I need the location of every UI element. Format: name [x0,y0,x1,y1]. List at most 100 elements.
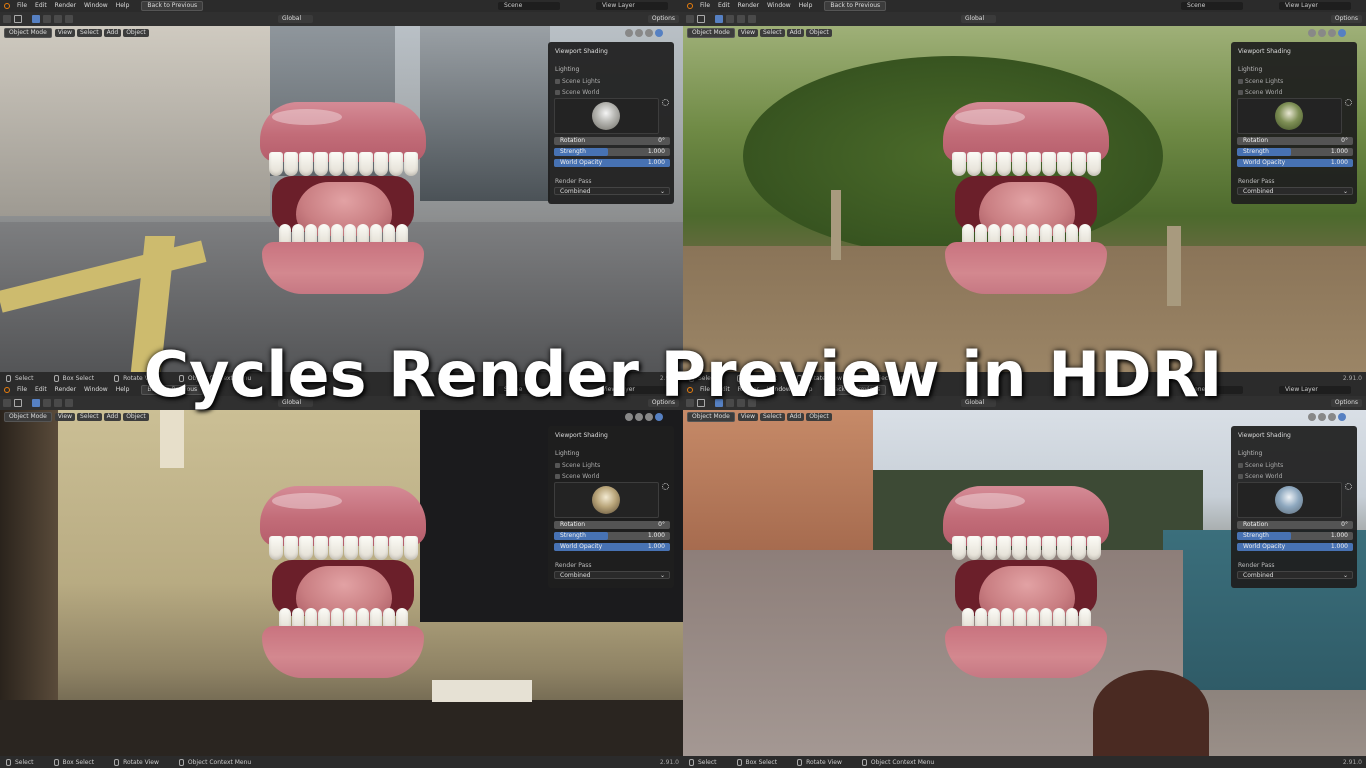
world-opacity-slider[interactable]: World Opacity 1.000 [1237,159,1353,167]
back-to-previous-button[interactable]: Back to Previous [824,1,887,11]
select-menu[interactable]: Select [77,413,102,421]
select-subtract-icon[interactable] [54,15,62,23]
view-layer-selector[interactable]: View Layer [596,2,668,10]
world-opacity-slider[interactable]: World Opacity 1.000 [554,159,670,167]
menu-render[interactable]: Render [734,0,763,12]
scene-lights-checkbox[interactable]: Scene Lights [1238,78,1283,85]
rendered-shading-icon[interactable] [1338,413,1346,421]
menu-file[interactable]: File [696,0,714,12]
scene-lights-checkbox[interactable]: Scene Lights [555,78,600,85]
gear-icon[interactable] [1345,483,1352,490]
rendered-shading-icon[interactable] [1338,29,1346,37]
scene-lights-checkbox[interactable]: Scene Lights [555,462,600,469]
object-mode-select[interactable]: Object Mode [687,28,735,38]
view-menu[interactable]: View [54,29,76,37]
render-pass-select[interactable]: Combined ⌄ [554,187,670,195]
select-box-icon[interactable] [715,15,723,23]
editor-type-icon[interactable] [3,15,11,23]
wireframe-shading-icon[interactable] [1308,29,1316,37]
view-menu[interactable]: View [737,413,759,421]
select-menu[interactable]: Select [760,29,785,37]
select-menu[interactable]: Select [77,29,102,37]
solid-shading-icon[interactable] [1318,29,1326,37]
menu-window[interactable]: Window [763,0,795,12]
strength-slider[interactable]: Strength 1.000 [1237,148,1353,156]
editor-type-icon[interactable] [686,15,694,23]
options-button[interactable]: Options [1330,15,1362,23]
render-pass-select[interactable]: Combined ⌄ [1237,571,1353,579]
render-pass-select[interactable]: Combined ⌄ [1237,187,1353,195]
add-menu[interactable]: Add [103,29,122,37]
rotation-slider[interactable]: Rotation 0° [554,521,670,529]
blender-logo-icon[interactable] [687,3,693,9]
wireframe-shading-icon[interactable] [625,413,633,421]
material-shading-icon[interactable] [645,413,653,421]
solid-shading-icon[interactable] [1318,413,1326,421]
transform-orientation-select[interactable]: Global [278,15,314,23]
menu-file[interactable]: File [13,0,31,12]
material-shading-icon[interactable] [1328,413,1336,421]
menu-help[interactable]: Help [795,0,817,12]
object-menu[interactable]: Object [806,413,832,421]
object-menu[interactable]: Object [806,29,832,37]
strength-slider[interactable]: Strength 1.000 [554,532,670,540]
render-pass-select[interactable]: Combined ⌄ [554,571,670,579]
object-mode-select[interactable]: Object Mode [4,28,52,38]
rendered-shading-icon[interactable] [655,413,663,421]
scene-world-checkbox[interactable]: Scene World [555,89,599,96]
options-button[interactable]: Options [647,15,679,23]
menu-window[interactable]: Window [80,0,112,12]
menu-render[interactable]: Render [51,0,80,12]
hdri-preview[interactable] [554,98,659,134]
menu-edit[interactable]: Edit [714,0,734,12]
cursor-icon[interactable] [14,15,22,23]
select-menu[interactable]: Select [760,413,785,421]
strength-slider[interactable]: Strength 1.000 [554,148,670,156]
hdri-preview[interactable] [554,482,659,518]
wireframe-shading-icon[interactable] [625,29,633,37]
view-menu[interactable]: View [737,29,759,37]
view-layer-selector[interactable]: View Layer [1279,2,1351,10]
scene-selector[interactable]: Scene [498,2,560,10]
scene-world-checkbox[interactable]: Scene World [1238,89,1282,96]
object-mode-select[interactable]: Object Mode [4,412,52,422]
object-menu[interactable]: Object [123,29,149,37]
back-to-previous-button[interactable]: Back to Previous [141,1,204,11]
world-opacity-slider[interactable]: World Opacity 1.000 [1237,543,1353,551]
cursor-icon[interactable] [697,15,705,23]
object-mode-select[interactable]: Object Mode [687,412,735,422]
transform-orientation-select[interactable]: Global [961,15,997,23]
object-menu[interactable]: Object [123,413,149,421]
rendered-shading-icon[interactable] [655,29,663,37]
material-shading-icon[interactable] [645,29,653,37]
rotation-slider[interactable]: Rotation 0° [554,137,670,145]
select-extend-icon[interactable] [726,15,734,23]
world-opacity-slider[interactable]: World Opacity 1.000 [554,543,670,551]
add-menu[interactable]: Add [786,29,805,37]
select-invert-icon[interactable] [748,15,756,23]
solid-shading-icon[interactable] [635,29,643,37]
scene-world-checkbox[interactable]: Scene World [555,473,599,480]
solid-shading-icon[interactable] [635,413,643,421]
scene-selector[interactable]: Scene [1181,2,1243,10]
hdri-preview[interactable] [1237,482,1342,518]
select-extend-icon[interactable] [43,15,51,23]
rotation-slider[interactable]: Rotation 0° [1237,521,1353,529]
wireframe-shading-icon[interactable] [1308,413,1316,421]
scene-lights-checkbox[interactable]: Scene Lights [1238,462,1283,469]
menu-edit[interactable]: Edit [31,0,51,12]
menu-help[interactable]: Help [112,0,134,12]
select-invert-icon[interactable] [65,15,73,23]
gear-icon[interactable] [662,483,669,490]
gear-icon[interactable] [662,99,669,106]
add-menu[interactable]: Add [786,413,805,421]
strength-slider[interactable]: Strength 1.000 [1237,532,1353,540]
select-box-icon[interactable] [32,15,40,23]
blender-logo-icon[interactable] [4,3,10,9]
add-menu[interactable]: Add [103,413,122,421]
view-menu[interactable]: View [54,413,76,421]
hdri-preview[interactable] [1237,98,1342,134]
material-shading-icon[interactable] [1328,29,1336,37]
scene-world-checkbox[interactable]: Scene World [1238,473,1282,480]
gear-icon[interactable] [1345,99,1352,106]
